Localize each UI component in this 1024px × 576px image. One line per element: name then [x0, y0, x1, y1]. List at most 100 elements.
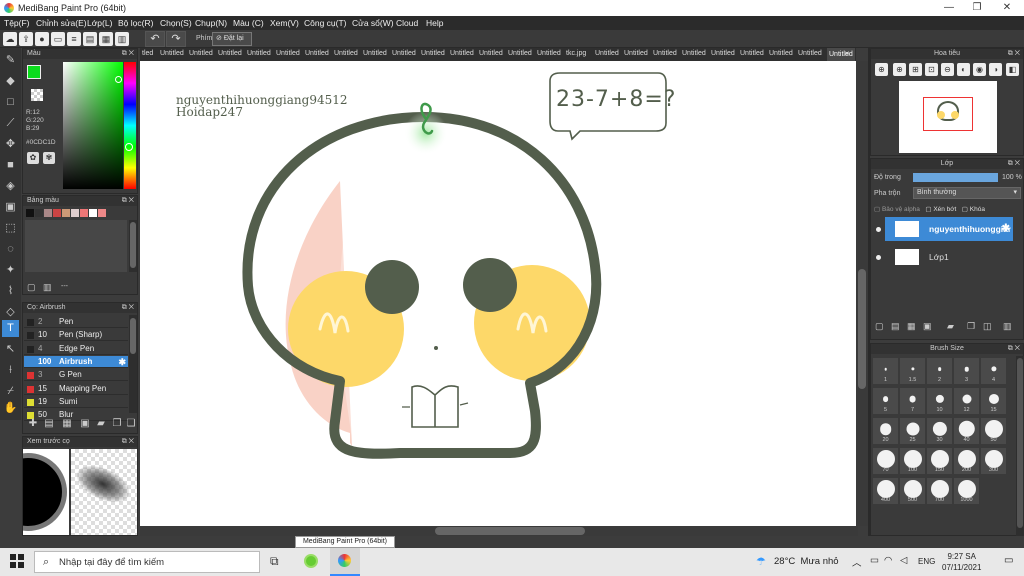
close-button[interactable]: ✕: [992, 0, 1022, 16]
export-icon[interactable]: ⇪: [19, 32, 33, 46]
palette-swatch[interactable]: [62, 209, 70, 217]
new-8bit-layer-icon[interactable]: ▦: [907, 321, 916, 332]
new-halftone-layer-icon[interactable]: ▤: [891, 321, 900, 332]
shape-tool-icon[interactable]: □: [2, 94, 19, 111]
brush-size-cell[interactable]: 2: [927, 358, 952, 384]
gear-icon[interactable]: ✱: [118, 356, 126, 368]
document-tab[interactable]: Untitled: [653, 50, 677, 57]
palette-swatch[interactable]: [26, 209, 34, 217]
eye-icon[interactable]: [876, 255, 881, 260]
zoom-fill-icon[interactable]: ⊡: [925, 63, 938, 76]
brush-item[interactable]: 15 Mapping Pen: [24, 383, 128, 395]
document-tab[interactable]: Untitled: [334, 50, 358, 57]
network-icon[interactable]: ▭: [870, 555, 879, 566]
zoom-actual-icon[interactable]: ⊞: [909, 63, 922, 76]
color-wheel-icon[interactable]: ✾: [43, 152, 55, 164]
rotate-left-icon[interactable]: ◐: [957, 63, 970, 76]
chevron-up-icon[interactable]: ︿: [852, 555, 862, 569]
folder-icon[interactable]: ▰: [95, 418, 107, 430]
document-tab[interactable]: Untitled: [450, 50, 474, 57]
brush-size-cell[interactable]: 1.5: [900, 358, 925, 384]
rotate-reset-icon[interactable]: ◉: [973, 63, 986, 76]
grid-icon[interactable]: ▦: [99, 32, 113, 46]
palette-swatch[interactable]: [98, 209, 106, 217]
brush-size-cell[interactable]: 1: [873, 358, 898, 384]
document-tab[interactable]: tkc.jpg: [566, 50, 586, 57]
brush-size-cell[interactable]: 70: [873, 448, 898, 474]
windows-start-icon[interactable]: [10, 554, 24, 568]
brush-item[interactable]: 2 Pen: [24, 316, 128, 328]
hue-cursor[interactable]: [125, 143, 133, 151]
palette-swatch[interactable]: [71, 209, 79, 217]
menu-8[interactable]: Công cụ(T): [304, 18, 347, 28]
brush-item[interactable]: 3G Pen: [24, 369, 128, 382]
menu-9[interactable]: Cửa sổ(W): [352, 18, 394, 28]
document-tab[interactable]: Untitled: [363, 50, 387, 57]
eraser-tool-icon[interactable]: ◆: [2, 73, 19, 90]
sv-cursor[interactable]: [115, 76, 122, 83]
brush-size-cell[interactable]: 400: [873, 478, 898, 504]
panel-close-icon[interactable]: ⧉ ✕: [122, 303, 134, 313]
canvas-horizontal-scrollbar[interactable]: [140, 526, 858, 536]
document-tab[interactable]: Untitled: [769, 50, 793, 57]
palette-swatch[interactable]: [44, 209, 52, 217]
document-tab[interactable]: Untitled: [508, 50, 532, 57]
menu-7[interactable]: Xem(V): [270, 18, 299, 28]
menu-3[interactable]: Bộ lọc(R): [118, 18, 153, 28]
zoom-in-icon[interactable]: ⊕: [893, 63, 906, 76]
hue-slider[interactable]: [124, 62, 136, 189]
brush-settings-icon[interactable]: ▤: [43, 418, 55, 430]
magic-wand-tool-icon[interactable]: ✦: [2, 262, 19, 279]
clip-checkbox[interactable]: ▢: [925, 206, 931, 213]
layer-row[interactable]: Lớp1: [885, 245, 1013, 269]
zoom-out-icon[interactable]: ⊖: [941, 63, 954, 76]
document-tab[interactable]: Untitled: [537, 50, 561, 57]
note-icon[interactable]: ≡: [67, 32, 81, 46]
lasso-tool-icon[interactable]: ◌: [2, 241, 19, 258]
zoom-fit-icon[interactable]: ⊕: [875, 63, 888, 76]
palette-swatch[interactable]: [35, 209, 43, 217]
flip-icon[interactable]: ◧: [1006, 63, 1019, 76]
document-tab[interactable]: Untitled: [247, 50, 271, 57]
cloud-icon[interactable]: ☁: [3, 32, 17, 46]
document-tab[interactable]: Untitled: [421, 50, 445, 57]
trash-icon[interactable]: ▥: [43, 282, 52, 293]
select-rect-tool-icon[interactable]: ⬚: [2, 220, 19, 237]
document-tab[interactable]: Untitled: [740, 50, 764, 57]
saturation-value-picker[interactable]: [63, 62, 123, 189]
brush-size-cell[interactable]: 50: [981, 418, 1006, 444]
document-tab[interactable]: Untitled: [624, 50, 648, 57]
gradient-tool-icon[interactable]: ▣: [2, 199, 19, 216]
hand-tool-icon[interactable]: ✋: [2, 400, 19, 417]
undo-icon[interactable]: ↶: [145, 31, 165, 47]
brush-list-scrollbar[interactable]: [129, 315, 137, 413]
copy-brush-icon[interactable]: ▦: [61, 418, 73, 430]
palette-swatch[interactable]: [53, 209, 61, 217]
document-tab[interactable]: Untitled: [798, 50, 822, 57]
delete-brush-icon[interactable]: ❑: [125, 418, 137, 430]
brush-size-cell[interactable]: 25: [900, 418, 925, 444]
document-icon[interactable]: ▤: [83, 32, 97, 46]
bucket-tool-icon[interactable]: ◈: [2, 178, 19, 195]
eye-icon[interactable]: [876, 227, 881, 232]
brush-size-cell[interactable]: 30: [927, 418, 952, 444]
menu-0[interactable]: Tệp(F): [4, 18, 30, 28]
reset-button[interactable]: ⊘ Đặt lại: [212, 32, 252, 46]
sub-color-swatch[interactable]: [31, 89, 43, 101]
brush-size-cell[interactable]: 1000: [954, 478, 979, 504]
lock-checkbox[interactable]: ▢: [962, 206, 968, 213]
brush-size-cell[interactable]: 15: [981, 388, 1006, 414]
panel-close-icon[interactable]: ⧉ ✕: [1008, 49, 1020, 59]
brush-size-cell[interactable]: 3: [954, 358, 979, 384]
operation-tool-icon[interactable]: ↖: [2, 341, 19, 358]
document-tab[interactable]: Untitled: [305, 50, 329, 57]
menu-2[interactable]: Lớp(L): [87, 18, 112, 28]
medibang-taskbar-button[interactable]: [330, 548, 360, 576]
brush-size-cell[interactable]: 500: [900, 478, 925, 504]
add-layer-menu-icon[interactable]: ▣: [923, 321, 932, 332]
brush-size-cell[interactable]: 7: [900, 388, 925, 414]
duplicate-layer-icon[interactable]: ❐: [967, 321, 975, 332]
layer-row[interactable]: nguyenthihuonggiang94512✱: [885, 217, 1013, 241]
palette-icon[interactable]: ✿: [27, 152, 39, 164]
main-color-swatch[interactable]: [27, 65, 41, 79]
